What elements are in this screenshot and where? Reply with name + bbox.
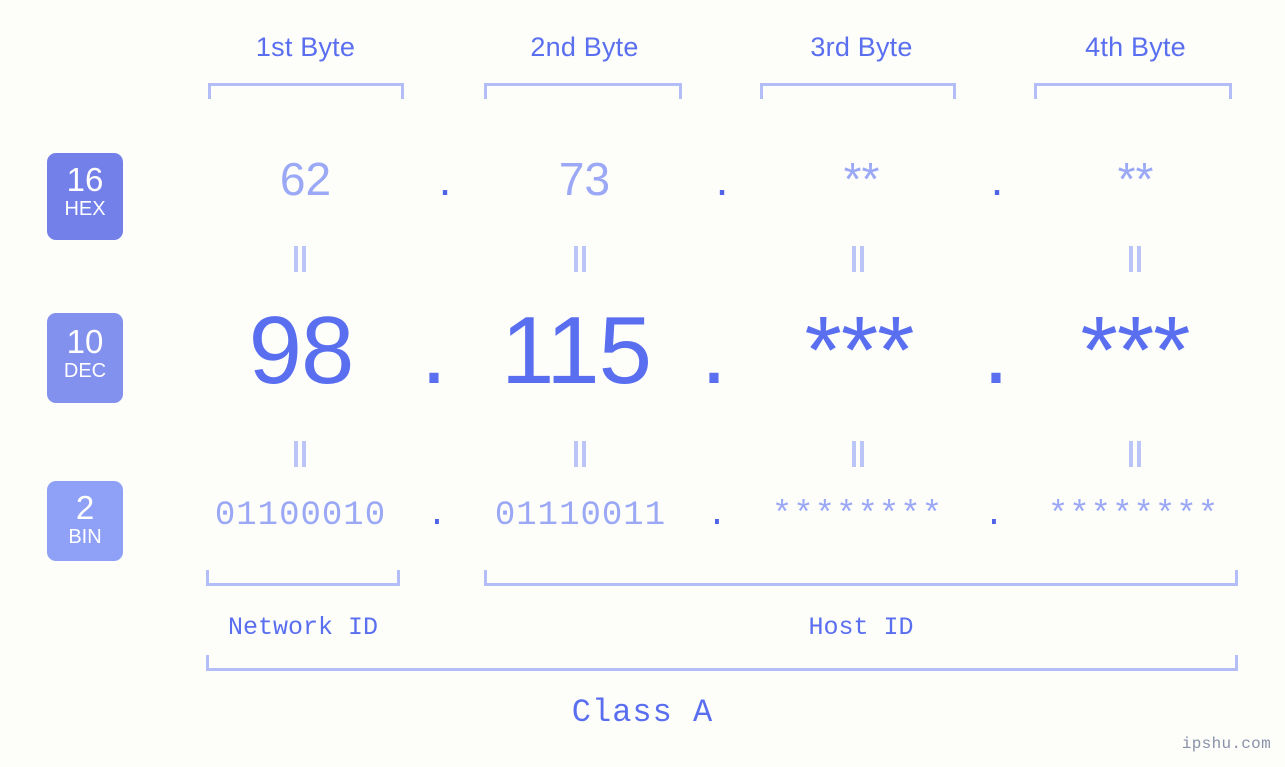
equality-bar-dec-bin-2 bbox=[569, 441, 591, 469]
equality-bar-hex-dec-4 bbox=[1124, 246, 1146, 274]
base-badge-dec-number: 10 bbox=[66, 323, 104, 360]
dec-separator-3: . bbox=[982, 297, 1010, 404]
dec-byte-2: 115 bbox=[500, 297, 652, 404]
byte-header-2: 2nd Byte bbox=[530, 32, 639, 62]
base-badge-bin: 2 BIN bbox=[47, 481, 123, 561]
hex-byte-3: ** bbox=[843, 153, 880, 205]
ip-address-breakdown-diagram: 1st Byte 2nd Byte 3rd Byte 4th Byte 16 H… bbox=[0, 0, 1285, 767]
bin-separator-3: . bbox=[983, 497, 1005, 535]
hex-byte-1: 62 bbox=[279, 153, 332, 205]
hex-byte-4: ** bbox=[1117, 153, 1154, 205]
byte-header-1: 1st Byte bbox=[255, 32, 356, 62]
dec-byte-3: *** bbox=[804, 297, 914, 404]
byte-bracket-top-2 bbox=[484, 83, 682, 99]
base-badge-hex: 16 HEX bbox=[47, 153, 123, 240]
byte-bracket-top-1 bbox=[208, 83, 404, 99]
byte-bracket-top-3 bbox=[760, 83, 956, 99]
equality-bar-hex-dec-1 bbox=[289, 246, 311, 274]
base-badge-bin-name: BIN bbox=[68, 526, 102, 548]
equality-bar-hex-dec-2 bbox=[569, 246, 591, 274]
hex-separator-3: . bbox=[990, 153, 1004, 205]
network-id-bracket bbox=[206, 570, 400, 586]
base-badge-hex-name: HEX bbox=[64, 198, 106, 220]
hex-separator-2: . bbox=[715, 153, 729, 205]
byte-header-3: 3rd Byte bbox=[810, 32, 913, 62]
dec-byte-1: 98 bbox=[248, 297, 355, 404]
host-id-label: Host ID bbox=[808, 613, 914, 642]
dec-separator-1: . bbox=[420, 297, 448, 404]
bin-byte-2: 01110011 bbox=[494, 497, 667, 535]
bin-byte-1: 01100010 bbox=[214, 497, 387, 535]
base-badge-dec-name: DEC bbox=[63, 360, 107, 382]
bin-separator-1: . bbox=[426, 497, 448, 535]
bin-byte-3: ******** bbox=[771, 497, 944, 535]
base-badge-hex-number: 16 bbox=[66, 161, 104, 198]
equality-bar-dec-bin-3 bbox=[847, 441, 869, 469]
equality-bar-hex-dec-3 bbox=[847, 246, 869, 274]
byte-header-4: 4th Byte bbox=[1085, 32, 1186, 62]
base-badge-dec: 10 DEC bbox=[47, 313, 123, 403]
bin-byte-4: ******** bbox=[1047, 497, 1220, 535]
dec-byte-4: *** bbox=[1080, 297, 1190, 404]
ip-class-label: Class A bbox=[571, 694, 714, 731]
byte-bracket-top-4 bbox=[1034, 83, 1232, 99]
dec-separator-2: . bbox=[700, 297, 728, 404]
hex-separator-1: . bbox=[438, 153, 452, 205]
class-bracket bbox=[206, 655, 1238, 671]
bin-separator-2: . bbox=[706, 497, 728, 535]
equality-bar-dec-bin-4 bbox=[1124, 441, 1146, 469]
base-badge-bin-number: 2 bbox=[75, 489, 95, 526]
hex-byte-2: 73 bbox=[558, 153, 611, 205]
host-id-bracket bbox=[484, 570, 1238, 586]
equality-bar-dec-bin-1 bbox=[289, 441, 311, 469]
site-watermark: ipshu.com bbox=[1181, 735, 1271, 753]
network-id-label: Network ID bbox=[227, 613, 379, 642]
